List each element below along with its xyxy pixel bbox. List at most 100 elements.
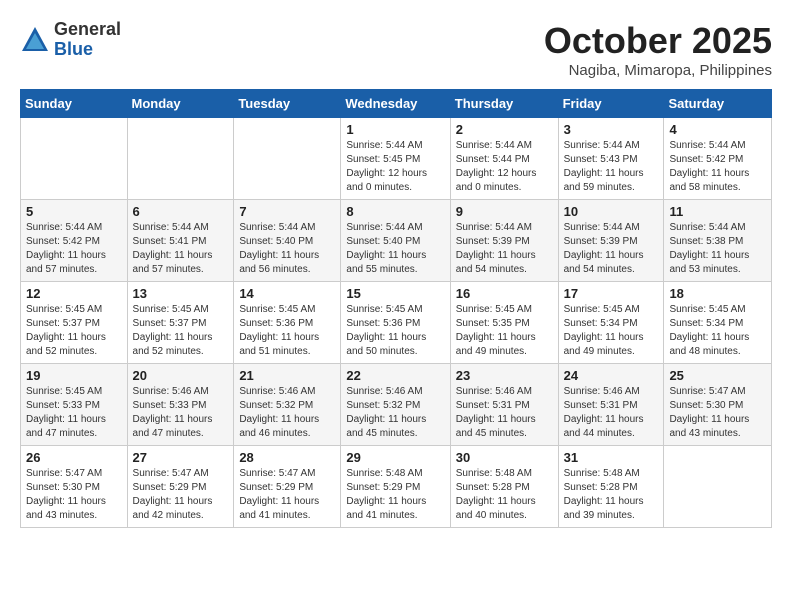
calendar-cell: 20 Sunrise: 5:46 AM Sunset: 5:33 PM Dayli… <box>127 364 234 446</box>
day-number: 4 <box>669 122 766 137</box>
calendar-cell: 11Sunrise: 5:44 AM Sunset: 5:38 PM Dayli… <box>664 200 772 282</box>
day-info: Sunrise: 5:47 AM Sunset: 5:30 PM Dayligh… <box>669 385 766 441</box>
calendar-cell <box>664 446 772 528</box>
calendar-cell: 8 Sunrise: 5:44 AM Sunset: 5:40 PM Daylig… <box>341 200 450 282</box>
day-number: 11 <box>669 204 766 219</box>
calendar-cell: 16 Sunrise: 5:45 AM Sunset: 5:35 PM Dayli… <box>450 282 558 364</box>
day-number: 9 <box>456 204 553 219</box>
title-block: October 2025 Nagiba, Mimaropa, Philippin… <box>544 20 772 79</box>
day-info: Sunrise: 5:44 AM Sunset: 5:39 PM Dayligh… <box>456 221 553 277</box>
day-info: Sunrise: 5:45 AM Sunset: 5:34 PM Dayligh… <box>669 303 766 359</box>
day-number: 29 <box>346 450 444 465</box>
calendar-table: SundayMondayTuesdayWednesdayThursdayFrid… <box>20 89 772 528</box>
calendar-cell: 4 Sunrise: 5:44 AM Sunset: 5:42 PM Daylig… <box>664 118 772 200</box>
day-info: Sunrise: 5:45 AM Sunset: 5:36 PM Dayligh… <box>239 303 335 359</box>
calendar-cell: 18Sunrise: 5:45 AM Sunset: 5:34 PM Dayli… <box>664 282 772 364</box>
weekday-header-thursday: Thursday <box>450 90 558 118</box>
calendar-cell: 26 Sunrise: 5:47 AM Sunset: 5:30 PM Dayli… <box>21 446 128 528</box>
location-text: Nagiba, Mimaropa, Philippines <box>544 62 772 79</box>
day-number: 23 <box>456 368 553 383</box>
page-header: General Blue October 2025 Nagiba, Mimaro… <box>20 20 772 79</box>
day-number: 25 <box>669 368 766 383</box>
day-number: 22 <box>346 368 444 383</box>
calendar-cell: 3 Sunrise: 5:44 AM Sunset: 5:43 PM Daylig… <box>558 118 664 200</box>
calendar-cell <box>127 118 234 200</box>
day-number: 27 <box>133 450 229 465</box>
day-number: 15 <box>346 286 444 301</box>
calendar-cell: 5 Sunrise: 5:44 AM Sunset: 5:42 PM Daylig… <box>21 200 128 282</box>
calendar-cell: 1Sunrise: 5:44 AM Sunset: 5:45 PM Daylig… <box>341 118 450 200</box>
calendar-cell: 19 Sunrise: 5:45 AM Sunset: 5:33 PM Dayli… <box>21 364 128 446</box>
weekday-header-row: SundayMondayTuesdayWednesdayThursdayFrid… <box>21 90 772 118</box>
day-number: 17 <box>564 286 659 301</box>
calendar-cell: 25 Sunrise: 5:47 AM Sunset: 5:30 PM Dayli… <box>664 364 772 446</box>
logo-blue-text: Blue <box>54 40 121 60</box>
day-number: 14 <box>239 286 335 301</box>
day-info: Sunrise: 5:44 AM Sunset: 5:43 PM Dayligh… <box>564 139 659 195</box>
month-title: October 2025 <box>544 20 772 62</box>
day-info: Sunrise: 5:45 AM Sunset: 5:33 PM Dayligh… <box>26 385 122 441</box>
calendar-cell: 15 Sunrise: 5:45 AM Sunset: 5:36 PM Dayli… <box>341 282 450 364</box>
calendar-cell: 22 Sunrise: 5:46 AM Sunset: 5:32 PM Dayli… <box>341 364 450 446</box>
calendar-cell: 2Sunrise: 5:44 AM Sunset: 5:44 PM Daylig… <box>450 118 558 200</box>
day-info: Sunrise: 5:46 AM Sunset: 5:32 PM Dayligh… <box>239 385 335 441</box>
day-info: Sunrise: 5:44 AM Sunset: 5:40 PM Dayligh… <box>346 221 444 277</box>
day-number: 5 <box>26 204 122 219</box>
day-info: Sunrise: 5:46 AM Sunset: 5:33 PM Dayligh… <box>133 385 229 441</box>
calendar-cell: 17Sunrise: 5:45 AM Sunset: 5:34 PM Dayli… <box>558 282 664 364</box>
day-info: Sunrise: 5:47 AM Sunset: 5:29 PM Dayligh… <box>133 467 229 523</box>
calendar-cell: 29 Sunrise: 5:48 AM Sunset: 5:29 PM Dayli… <box>341 446 450 528</box>
calendar-cell <box>234 118 341 200</box>
day-number: 7 <box>239 204 335 219</box>
weekday-header-sunday: Sunday <box>21 90 128 118</box>
day-info: Sunrise: 5:44 AM Sunset: 5:41 PM Dayligh… <box>133 221 229 277</box>
day-number: 10 <box>564 204 659 219</box>
day-number: 26 <box>26 450 122 465</box>
day-info: Sunrise: 5:47 AM Sunset: 5:29 PM Dayligh… <box>239 467 335 523</box>
calendar-cell: 6 Sunrise: 5:44 AM Sunset: 5:41 PM Daylig… <box>127 200 234 282</box>
day-info: Sunrise: 5:44 AM Sunset: 5:44 PM Dayligh… <box>456 139 553 195</box>
day-number: 16 <box>456 286 553 301</box>
day-number: 20 <box>133 368 229 383</box>
day-info: Sunrise: 5:44 AM Sunset: 5:40 PM Dayligh… <box>239 221 335 277</box>
calendar-cell: 27 Sunrise: 5:47 AM Sunset: 5:29 PM Dayli… <box>127 446 234 528</box>
calendar-cell: 23Sunrise: 5:46 AM Sunset: 5:31 PM Dayli… <box>450 364 558 446</box>
day-info: Sunrise: 5:45 AM Sunset: 5:35 PM Dayligh… <box>456 303 553 359</box>
day-info: Sunrise: 5:46 AM Sunset: 5:31 PM Dayligh… <box>564 385 659 441</box>
weekday-header-tuesday: Tuesday <box>234 90 341 118</box>
calendar-cell: 28Sunrise: 5:47 AM Sunset: 5:29 PM Dayli… <box>234 446 341 528</box>
day-info: Sunrise: 5:44 AM Sunset: 5:45 PM Dayligh… <box>346 139 444 195</box>
weekday-header-saturday: Saturday <box>664 90 772 118</box>
calendar-cell: 21 Sunrise: 5:46 AM Sunset: 5:32 PM Dayli… <box>234 364 341 446</box>
calendar-cell: 31 Sunrise: 5:48 AM Sunset: 5:28 PM Dayli… <box>558 446 664 528</box>
day-number: 3 <box>564 122 659 137</box>
day-info: Sunrise: 5:44 AM Sunset: 5:42 PM Dayligh… <box>669 139 766 195</box>
day-number: 24 <box>564 368 659 383</box>
logo: General Blue <box>20 20 121 60</box>
day-info: Sunrise: 5:45 AM Sunset: 5:36 PM Dayligh… <box>346 303 444 359</box>
day-number: 30 <box>456 450 553 465</box>
calendar-cell: 13Sunrise: 5:45 AM Sunset: 5:37 PM Dayli… <box>127 282 234 364</box>
logo-general-text: General <box>54 20 121 40</box>
weekday-header-monday: Monday <box>127 90 234 118</box>
calendar-cell: 7 Sunrise: 5:44 AM Sunset: 5:40 PM Daylig… <box>234 200 341 282</box>
calendar-cell: 14 Sunrise: 5:45 AM Sunset: 5:36 PM Dayli… <box>234 282 341 364</box>
week-row-5: 26 Sunrise: 5:47 AM Sunset: 5:30 PM Dayli… <box>21 446 772 528</box>
day-info: Sunrise: 5:44 AM Sunset: 5:42 PM Dayligh… <box>26 221 122 277</box>
day-number: 21 <box>239 368 335 383</box>
calendar-cell: 9 Sunrise: 5:44 AM Sunset: 5:39 PM Daylig… <box>450 200 558 282</box>
day-number: 31 <box>564 450 659 465</box>
week-row-3: 12Sunrise: 5:45 AM Sunset: 5:37 PM Dayli… <box>21 282 772 364</box>
day-info: Sunrise: 5:45 AM Sunset: 5:37 PM Dayligh… <box>26 303 122 359</box>
day-info: Sunrise: 5:48 AM Sunset: 5:28 PM Dayligh… <box>456 467 553 523</box>
day-info: Sunrise: 5:48 AM Sunset: 5:28 PM Dayligh… <box>564 467 659 523</box>
weekday-header-friday: Friday <box>558 90 664 118</box>
day-info: Sunrise: 5:46 AM Sunset: 5:32 PM Dayligh… <box>346 385 444 441</box>
calendar-cell <box>21 118 128 200</box>
day-number: 6 <box>133 204 229 219</box>
day-number: 8 <box>346 204 444 219</box>
week-row-1: 1Sunrise: 5:44 AM Sunset: 5:45 PM Daylig… <box>21 118 772 200</box>
day-number: 19 <box>26 368 122 383</box>
day-info: Sunrise: 5:48 AM Sunset: 5:29 PM Dayligh… <box>346 467 444 523</box>
day-info: Sunrise: 5:47 AM Sunset: 5:30 PM Dayligh… <box>26 467 122 523</box>
